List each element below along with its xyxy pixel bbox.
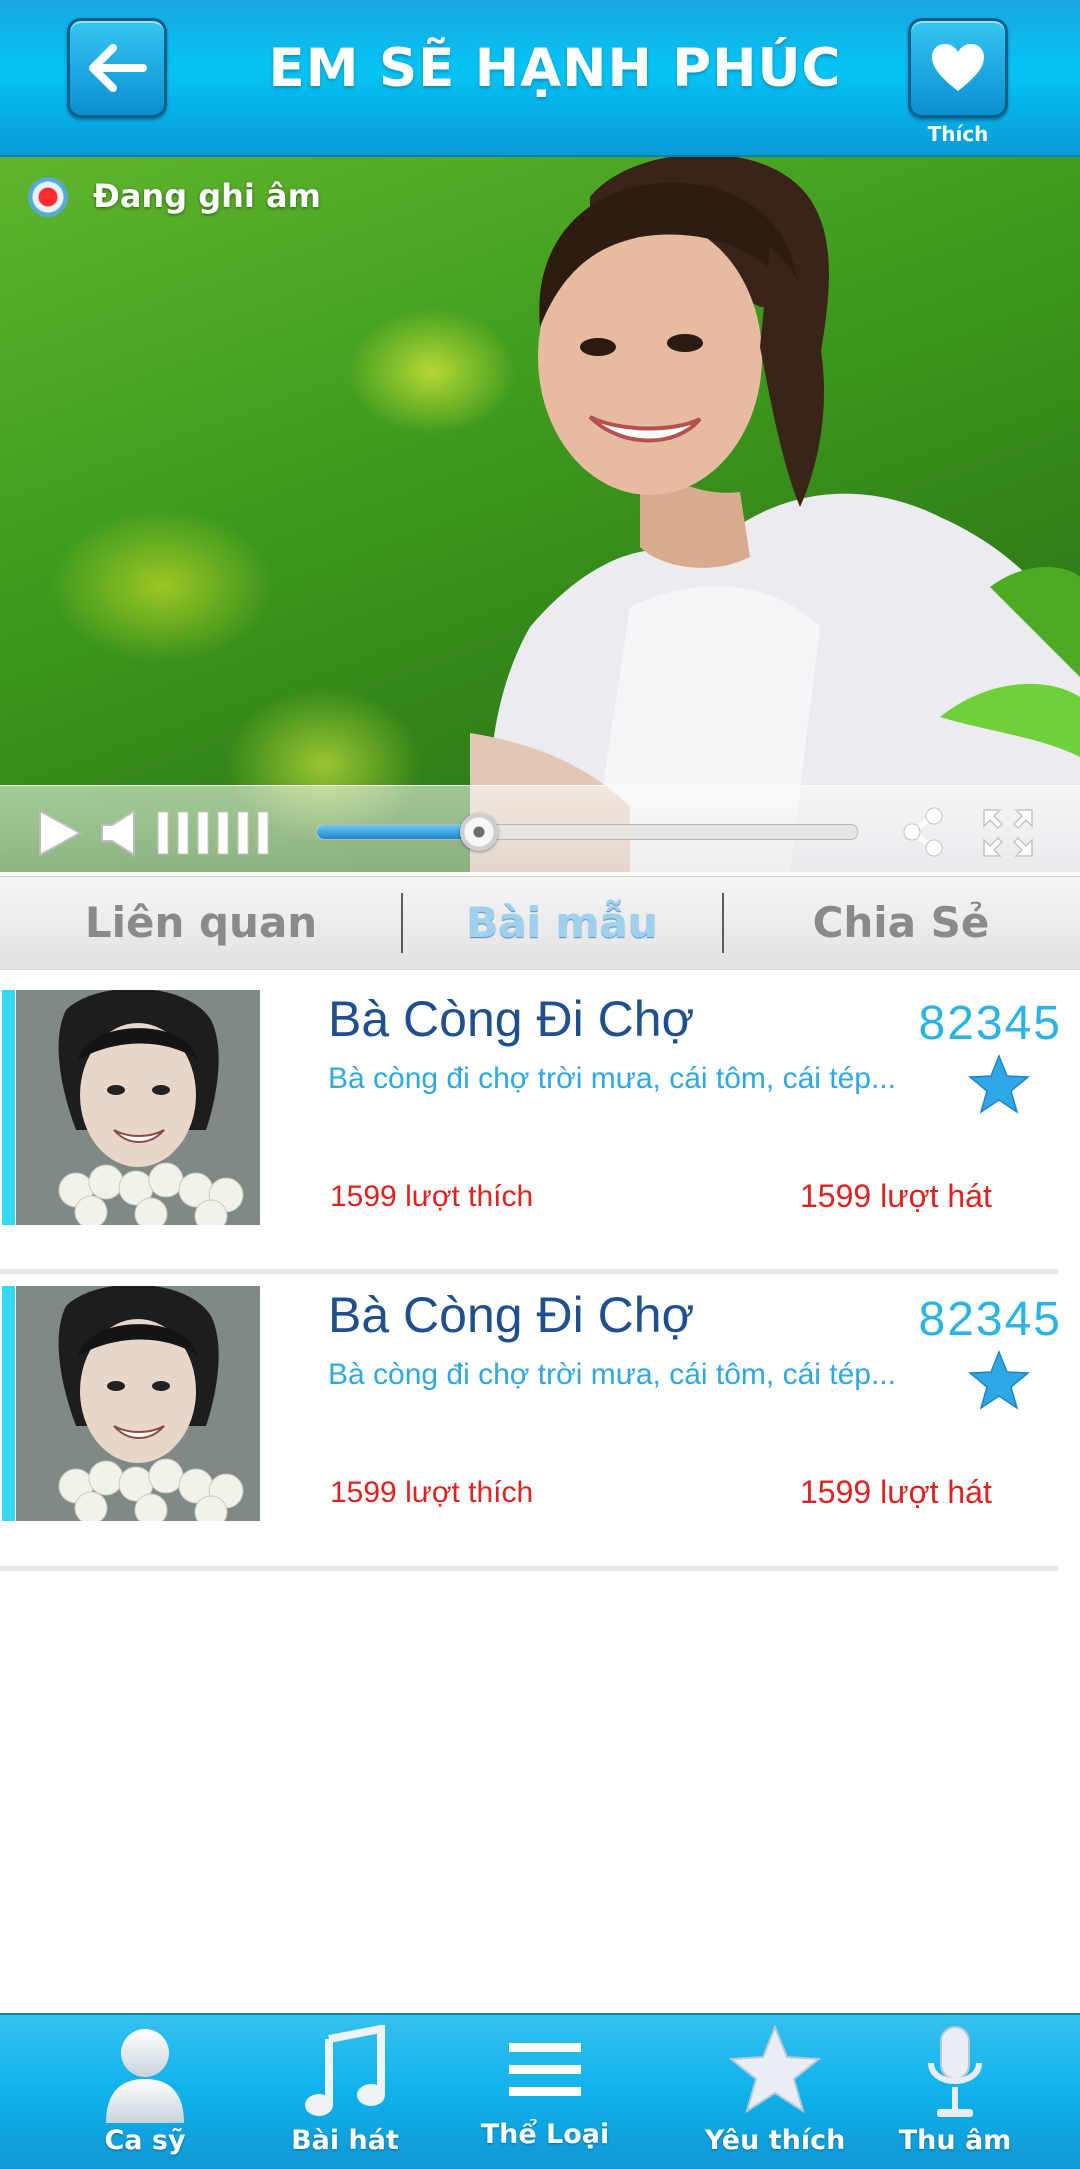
nav-genre[interactable]: Thể Loại: [465, 2015, 625, 2169]
like-button[interactable]: [908, 18, 1008, 118]
song-lyric: Bà còng đi chợ trời mưa, cái tôm, cái té…: [328, 1062, 896, 1095]
item-accent-bar: [2, 990, 15, 1225]
tab-related[interactable]: Liên quan: [0, 877, 402, 969]
app-header: EM SẼ HẠNH PHÚC Thích: [0, 0, 1080, 157]
list-item[interactable]: Bà Còng Đi Chợ 82345 Bà còng đi chợ trời…: [0, 1286, 1060, 1526]
nav-singer[interactable]: Ca sỹ: [70, 2015, 220, 2169]
nav-label: Yêu thích: [704, 2125, 846, 2156]
play-icon[interactable]: [36, 809, 84, 857]
music-note-icon: [305, 2025, 385, 2116]
singer-icon: [106, 2029, 184, 2123]
like-label: Thích: [927, 122, 989, 146]
song-title: Bà Còng Đi Chợ: [328, 1287, 695, 1343]
favorite-star-icon[interactable]: [968, 1350, 1030, 1410]
recording-label: Đang ghi âm: [93, 177, 321, 215]
song-lyric: Bà còng đi chợ trời mưa, cái tôm, cái té…: [328, 1358, 896, 1391]
song-thumbnail: [16, 1286, 260, 1521]
list-divider: [0, 1269, 1058, 1274]
song-title: Bà Còng Đi Chợ: [328, 991, 695, 1047]
song-thumbnail: [16, 990, 260, 1225]
tab-bar: Liên quan Bài mẫu Chia Sẻ: [0, 876, 1080, 970]
like-count: 1599 lượt thích: [330, 1180, 534, 1213]
page-title: EM SẼ HẠNH PHÚC: [268, 38, 842, 99]
sing-count: 1599 lượt hát: [800, 1474, 992, 1510]
arrow-left-icon: [89, 44, 147, 92]
volume-icon[interactable]: [100, 809, 138, 857]
favorite-star-icon[interactable]: [968, 1054, 1030, 1114]
list-item[interactable]: Bà Còng Đi Chợ 82345 Bà còng đi chợ trời…: [0, 990, 1060, 1230]
nav-label: Thu âm: [898, 2125, 1012, 2156]
bottom-navigation: Ca sỹ Bài hát Thể Loại Yêu thích Thu âm: [0, 2013, 1080, 2169]
sing-count: 1599 lượt hát: [800, 1178, 992, 1214]
nav-record[interactable]: Thu âm: [880, 2015, 1030, 2169]
star-icon: [729, 2025, 821, 2113]
record-indicator-icon: [28, 177, 68, 217]
tab-share[interactable]: Chia Sẻ: [722, 877, 1080, 969]
nav-favorites[interactable]: Yêu thích: [690, 2015, 860, 2169]
seek-thumb[interactable]: [460, 813, 498, 851]
list-divider: [0, 1566, 1058, 1571]
song-code: 82345: [918, 997, 1062, 1050]
tab-sample-songs[interactable]: Bài mẫu: [402, 877, 722, 969]
like-count: 1599 lượt thích: [330, 1476, 534, 1509]
menu-lines-icon: [509, 2043, 581, 2096]
nav-label: Ca sỹ: [104, 2125, 186, 2156]
volume-level-bars[interactable]: [156, 810, 280, 856]
heart-icon: [932, 44, 984, 91]
nav-songs[interactable]: Bài hát: [270, 2015, 420, 2169]
fullscreen-icon[interactable]: [982, 808, 1034, 858]
player-controls: [0, 785, 1080, 872]
item-accent-bar: [2, 1286, 15, 1521]
song-code: 82345: [918, 1293, 1062, 1346]
nav-label: Bài hát: [291, 2125, 399, 2156]
video-frame-image: [470, 157, 1080, 872]
microphone-icon: [928, 2026, 982, 2117]
video-player[interactable]: Đang ghi âm: [0, 157, 1080, 872]
seek-bar[interactable]: [316, 813, 858, 851]
seek-progress: [317, 825, 479, 839]
share-icon[interactable]: [900, 806, 946, 858]
nav-label: Thể Loại: [480, 2119, 610, 2150]
